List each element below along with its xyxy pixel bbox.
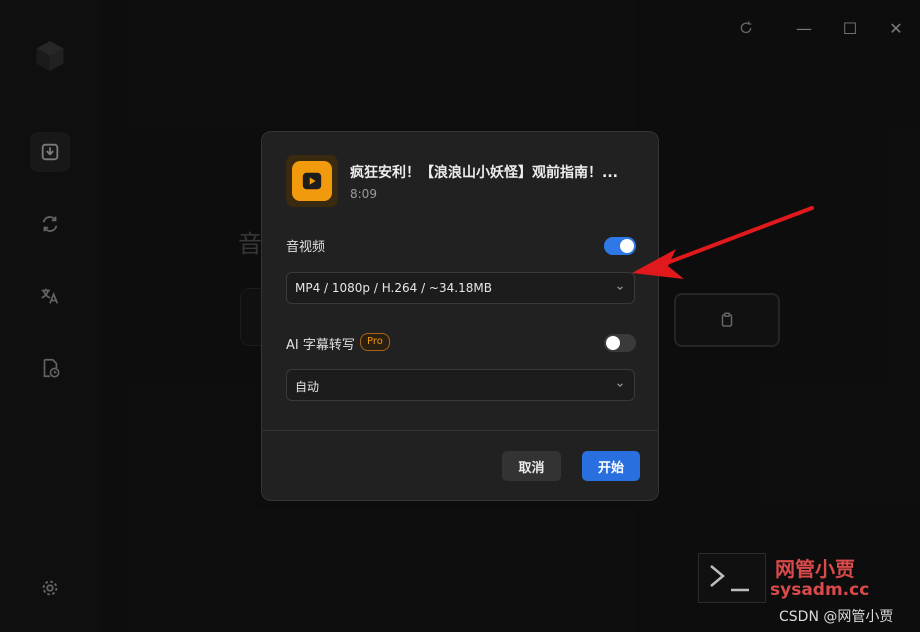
cancel-button[interactable]: 取消 [502, 451, 561, 481]
video-title: 疯狂安利！【浪浪山小妖怪】观前指南！... [350, 165, 618, 181]
start-button[interactable]: 开始 [582, 451, 640, 481]
app-window: — ☐ ✕ 音 疯狂安利！【浪浪山小妖怪】观前指南！... 8:09 音视频 M… [0, 0, 920, 632]
watermark-brand: 网管小贾 [775, 557, 855, 581]
download-dialog: 疯狂安利！【浪浪山小妖怪】观前指南！... 8:09 音视频 MP4 / 108… [261, 131, 659, 501]
terminal-icon [710, 565, 749, 592]
audio-video-label: 音视频 [286, 240, 326, 255]
pro-badge: Pro [360, 333, 390, 351]
video-duration: 8:09 [350, 187, 377, 201]
chevron-down-icon [617, 286, 623, 290]
ai-subtitle-toggle[interactable] [604, 334, 636, 352]
chevron-down-icon [617, 383, 623, 387]
video-thumbnail [286, 155, 338, 207]
ai-subtitle-label: AI 字幕转写 [286, 338, 355, 353]
watermark-site: sysadm.cc [770, 580, 870, 600]
dialog-divider [262, 430, 658, 431]
language-select-value: 自动 [295, 380, 320, 394]
terminal-logo [698, 553, 766, 603]
play-icon [302, 172, 322, 190]
format-select-value: MP4 / 1080p / H.264 / ~34.18MB [295, 281, 492, 295]
audio-video-toggle[interactable] [604, 237, 636, 255]
watermark-csdn: CSDN @网管小贾 [779, 609, 894, 625]
language-select[interactable]: 自动 [286, 369, 635, 401]
format-select[interactable]: MP4 / 1080p / H.264 / ~34.18MB [286, 272, 635, 304]
